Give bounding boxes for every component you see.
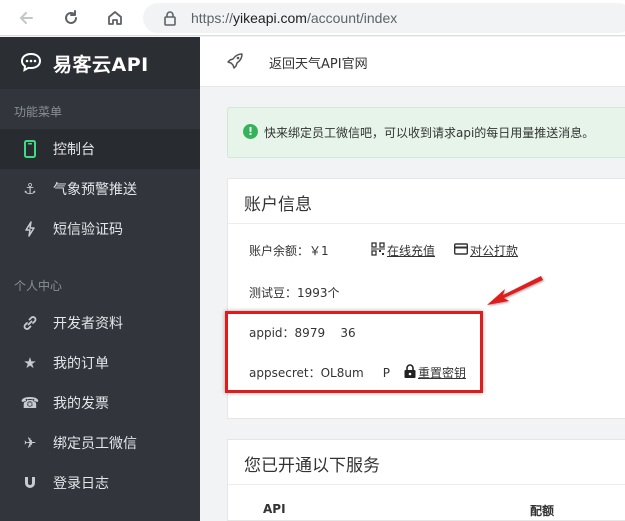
column-header-quota: 配额 (530, 504, 555, 518)
sidebar-item-label: 短信验证码 (53, 222, 123, 238)
beans-value: 1993个 (297, 286, 340, 300)
card-divider (228, 484, 625, 485)
sidebar: 易客云API 功能菜单 控制台 ⚓ 气象预警推送 短信验证码 个人中心 开发者资… (0, 37, 200, 521)
services-card: 您已开通以下服务 API 配额 (227, 439, 625, 521)
logo[interactable]: 易客云API (0, 37, 200, 89)
balance-value: ￥1 (309, 244, 329, 258)
sidebar-item-label: 登录日志 (53, 476, 109, 492)
main-header: 返回天气API官网 (200, 37, 625, 87)
sidebar-item-label: 绑定员工微信 (53, 436, 137, 452)
balance-label: 账户余额： (249, 244, 310, 258)
section-title-personal: 个人中心 (14, 279, 63, 293)
sidebar-item-login-log[interactable]: 登录日志 (0, 463, 200, 503)
sidebar-item-label: 我的发票 (53, 396, 109, 412)
sidebar-item-developer[interactable]: 开发者资料 (0, 303, 200, 343)
link-icon (20, 313, 40, 333)
magnet-icon (20, 473, 40, 493)
sidebar-item-orders[interactable]: ★ 我的订单 (0, 343, 200, 383)
chat-bubble-icon (20, 52, 42, 72)
online-recharge-link[interactable]: 在线充值 (387, 242, 435, 259)
qrcode-icon (371, 242, 385, 256)
account-card-title: 账户信息 (244, 195, 312, 215)
bolt-icon (20, 219, 40, 239)
telephone-icon: ☎ (20, 394, 40, 412)
url-text[interactable]: https://yikeapi.com/account/index (191, 10, 397, 26)
phone-icon (20, 139, 40, 159)
home-icon[interactable] (102, 5, 128, 31)
sidebar-item-sms[interactable]: 短信验证码 (0, 209, 200, 249)
sidebar-item-bind-wechat[interactable]: ✈ 绑定员工微信 (0, 423, 200, 463)
credit-card-icon (454, 243, 468, 255)
back-arrow-icon[interactable] (13, 5, 39, 31)
plane-icon: ✈ (23, 434, 37, 452)
url-host: yikeapi.com (233, 10, 307, 26)
rocket-icon[interactable] (226, 52, 244, 70)
reload-icon[interactable] (58, 5, 84, 31)
url-path: /account/index (306, 10, 398, 26)
sidebar-item-label: 开发者资料 (53, 316, 123, 332)
beans-field: 测试豆：1993个 (249, 284, 340, 301)
bank-transfer-link[interactable]: 对公打款 (470, 242, 518, 259)
anchor-icon: ⚓ (23, 180, 37, 198)
sidebar-item-console[interactable]: 控制台 (0, 129, 200, 169)
highlight-box (225, 311, 483, 393)
lock-icon (164, 11, 176, 26)
sidebar-item-label: 控制台 (53, 142, 95, 158)
address-bar[interactable]: https://yikeapi.com/account/index (143, 3, 625, 33)
services-card-title: 您已开通以下服务 (244, 456, 380, 476)
sidebar-item-label: 气象预警推送 (53, 182, 137, 198)
logo-text: 易客云API (53, 54, 149, 76)
sidebar-item-weather-alert[interactable]: ⚓ 气象预警推送 (0, 169, 200, 209)
alert-text: 快来绑定员工微信吧，可以收到请求api的每日用量推送消息。 (264, 126, 595, 140)
back-to-site-link[interactable]: 返回天气API官网 (269, 53, 368, 72)
beans-label: 测试豆： (249, 286, 298, 300)
url-scheme: https:// (191, 10, 234, 26)
sidebar-item-invoices[interactable]: ☎ 我的发票 (0, 383, 200, 423)
column-header-api: API (263, 502, 286, 516)
section-title-functions: 功能菜单 (14, 105, 63, 119)
wechat-bind-alert: ! 快来绑定员工微信吧，可以收到请求api的每日用量推送消息。 (227, 107, 625, 158)
star-icon: ★ (23, 354, 37, 372)
browser-toolbar: https://yikeapi.com/account/index (0, 0, 625, 36)
red-arrow-icon (487, 276, 543, 305)
balance-field: 账户余额：￥1 (249, 242, 329, 259)
check-circle-icon: ! (243, 124, 258, 139)
sidebar-item-label: 我的订单 (53, 356, 109, 372)
card-divider (228, 223, 625, 224)
